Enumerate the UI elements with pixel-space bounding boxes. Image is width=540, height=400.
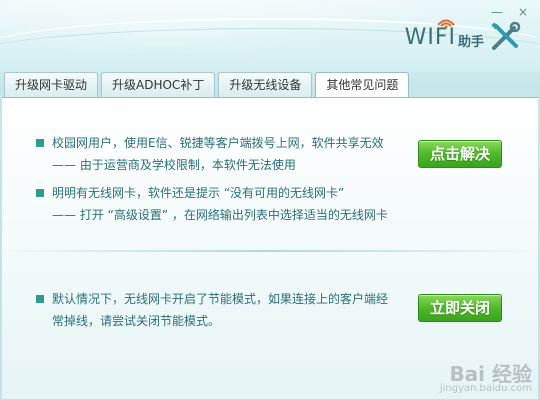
solve-button[interactable]: 点击解决: [418, 140, 502, 168]
close-button[interactable]: ×: [512, 4, 534, 20]
tab-upgrade-adhoc[interactable]: 升级ADHOC补丁: [101, 72, 216, 97]
faq-item-answer: —— 由于运营商及学校限制，本软件无法使用: [52, 158, 296, 172]
faq-item-campus: 校园网用户，使用E信、锐捷等客户端拨号上网，软件共享无效 —— 由于运营商及学校…: [36, 132, 384, 176]
logo-wifi-text: WIFI: [405, 19, 456, 50]
faq-item-no-adapter: 明明有无线网卡，软件还是提示 “没有可用的无线网卡” —— 打开 “高级设置” …: [36, 182, 388, 226]
bullet-icon: [36, 294, 44, 303]
logo-assistant-text: 助手: [457, 34, 484, 50]
tab-upgrade-wireless[interactable]: 升级无线设备: [218, 72, 313, 97]
wifi-signal-icon: [436, 19, 455, 28]
bullet-icon: [36, 188, 44, 197]
app-window: — × WIFI 助手 升级网卡驱动 升级ADHOC补丁 升级无线设备 其他常见…: [0, 0, 540, 400]
section-divider: [2, 250, 538, 252]
tools-icon: [491, 21, 521, 50]
content-panel: 校园网用户，使用E信、锐捷等客户端拨号上网，软件共享无效 —— 由于运营商及学校…: [2, 97, 538, 399]
watermark: Bai 经验 jingyan.baidu.com: [439, 364, 532, 395]
faq-item-power-save: 默认情况下，无线网卡开启了节能模式，如果连接上的客户端经 常掉线，请尝试关闭节能…: [36, 288, 388, 332]
app-logo: WIFI 助手: [405, 19, 522, 54]
minimize-button[interactable]: —: [486, 4, 508, 20]
tab-upgrade-driver[interactable]: 升级网卡驱动: [4, 72, 99, 97]
faq-item-text-cont: 常掉线，请尝试关闭节能模式。: [52, 314, 221, 328]
tab-bar: 升级网卡驱动 升级ADHOC补丁 升级无线设备 其他常见问题: [4, 72, 410, 98]
faq-item-text: 默认情况下，无线网卡开启了节能模式，如果连接上的客户端经: [52, 292, 389, 306]
faq-item-answer: —— 打开 “高级设置” ，在网络输出列表中选择适当的无线网卡: [52, 208, 388, 222]
watermark-sub: jingyan.baidu.com: [439, 383, 532, 394]
bullet-icon: [36, 138, 44, 147]
window-controls: — ×: [486, 4, 534, 20]
close-power-save-button[interactable]: 立即关闭: [418, 294, 502, 322]
faq-item-text: 明明有无线网卡，软件还是提示 “没有可用的无线网卡”: [52, 186, 345, 200]
tab-faq[interactable]: 其他常见问题: [315, 72, 410, 98]
faq-item-text: 校园网用户，使用E信、锐捷等客户端拨号上网，软件共享无效: [52, 136, 384, 150]
